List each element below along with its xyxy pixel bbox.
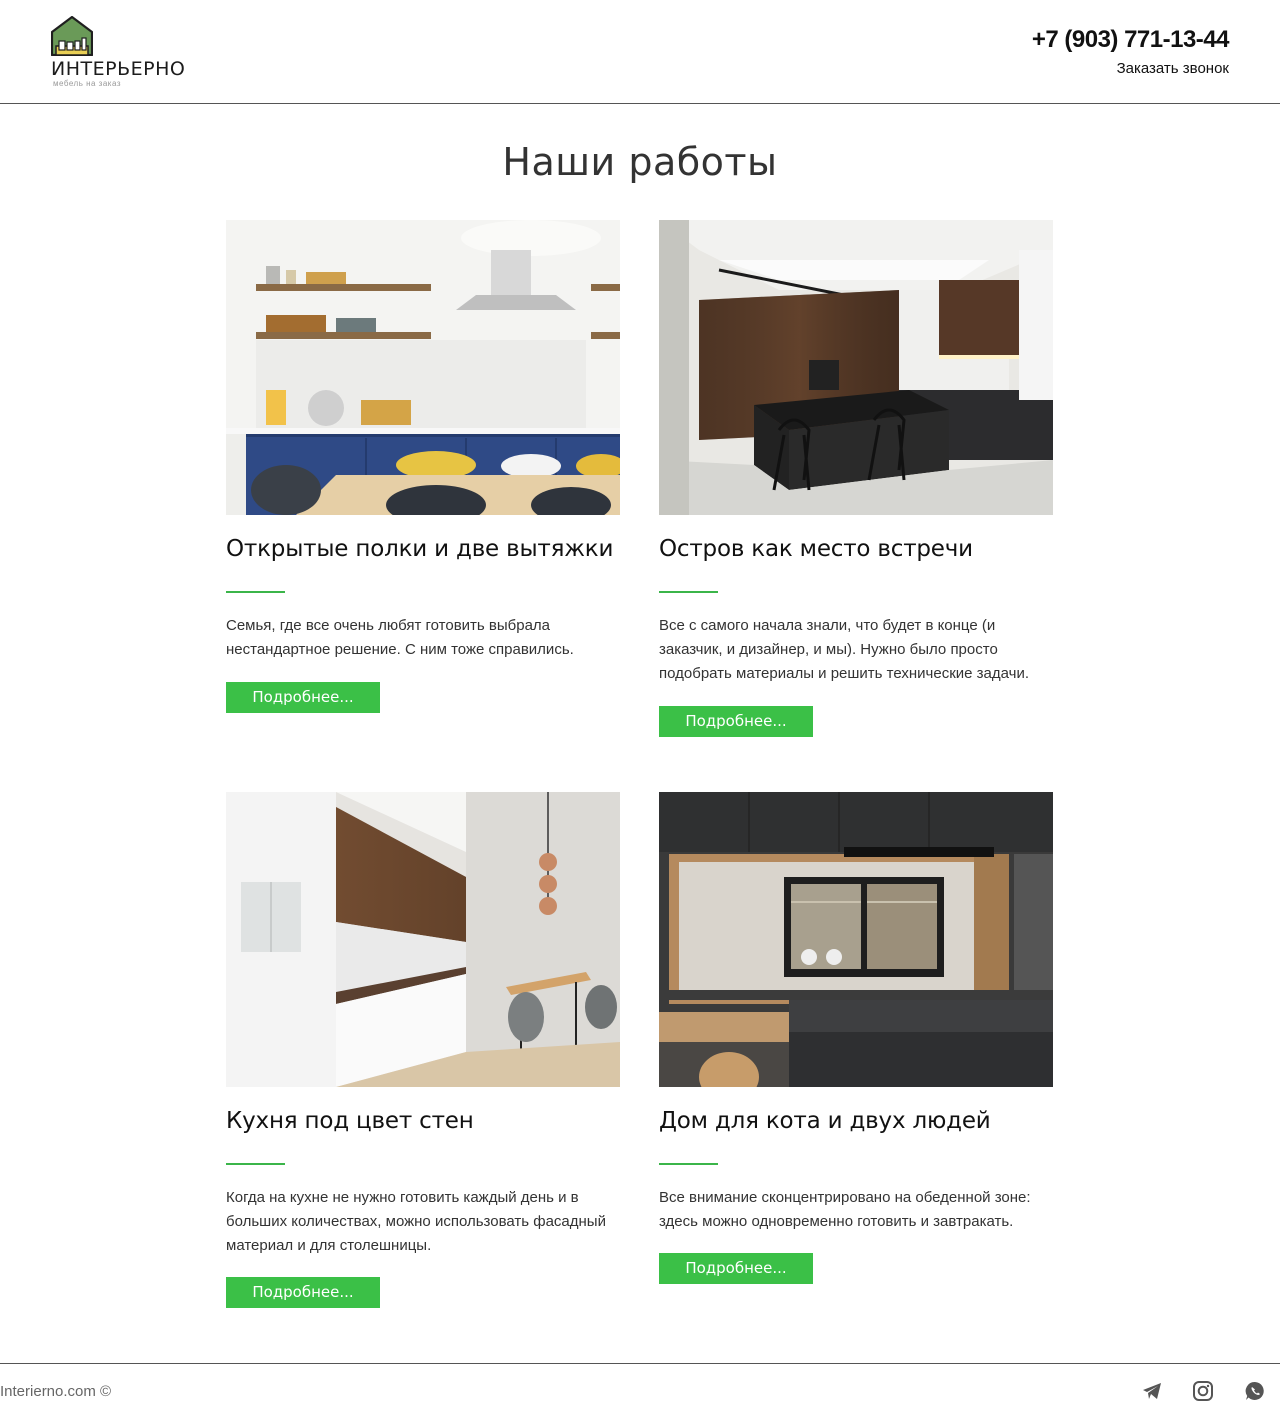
brand-tagline: мебель на заказ bbox=[53, 79, 122, 88]
logo[interactable]: ИНТЕРЬЕРНО мебель на заказ bbox=[51, 16, 211, 88]
whatsapp-icon[interactable] bbox=[1244, 1380, 1266, 1402]
instagram-icon[interactable] bbox=[1192, 1380, 1214, 1402]
project-description: Все внимание сконцентрировано на обеденн… bbox=[659, 1189, 1031, 1230]
project-card: Открытые полки и две вытяжки Семья, где … bbox=[226, 220, 620, 713]
site-header: ИНТЕРЬЕРНО мебель на заказ +7 (903) 771-… bbox=[0, 0, 1280, 104]
project-card: Остров как место встречи Все с самого на… bbox=[659, 220, 1053, 737]
details-button[interactable]: Подробнее... bbox=[226, 682, 380, 713]
project-title: Кухня под цвет стен bbox=[226, 1108, 474, 1134]
project-description: Когда на кухне не нужно готовить каждый … bbox=[226, 1189, 606, 1254]
project-title: Открытые полки и две вытяжки bbox=[226, 536, 614, 562]
telegram-icon[interactable] bbox=[1141, 1380, 1163, 1402]
project-description: Семья, где все очень любят готовить выбр… bbox=[226, 617, 574, 658]
details-button[interactable]: Подробнее... bbox=[659, 706, 813, 737]
project-card: Дом для кота и двух людей Все внимание с… bbox=[659, 792, 1053, 1284]
house-logo-icon bbox=[51, 16, 93, 56]
project-card: Кухня под цвет стен Когда на кухне не ну… bbox=[226, 792, 620, 1308]
project-title: Дом для кота и двух людей bbox=[659, 1108, 991, 1134]
details-button[interactable]: Подробнее... bbox=[226, 1277, 380, 1308]
project-photo[interactable] bbox=[226, 792, 620, 1087]
title-divider bbox=[659, 591, 718, 593]
details-button[interactable]: Подробнее... bbox=[659, 1253, 813, 1284]
callback-link[interactable]: Заказать звонок bbox=[1117, 60, 1229, 77]
title-divider bbox=[226, 1163, 285, 1165]
project-photo[interactable] bbox=[226, 220, 620, 515]
phone-number[interactable]: +7 (903) 771-13-44 bbox=[1032, 26, 1230, 54]
project-description: Все с самого начала знали, что будет в к… bbox=[659, 617, 1029, 682]
brand-name: ИНТЕРЬЕРНО bbox=[51, 58, 186, 80]
page-title: Наши работы bbox=[502, 140, 778, 184]
footer-divider bbox=[0, 1363, 1280, 1364]
project-photo[interactable] bbox=[659, 220, 1053, 515]
project-photo[interactable] bbox=[659, 792, 1053, 1087]
title-divider bbox=[659, 1163, 718, 1165]
copyright: Interierno.com © bbox=[0, 1383, 112, 1400]
project-title: Остров как место встречи bbox=[659, 536, 973, 562]
title-divider bbox=[226, 591, 285, 593]
